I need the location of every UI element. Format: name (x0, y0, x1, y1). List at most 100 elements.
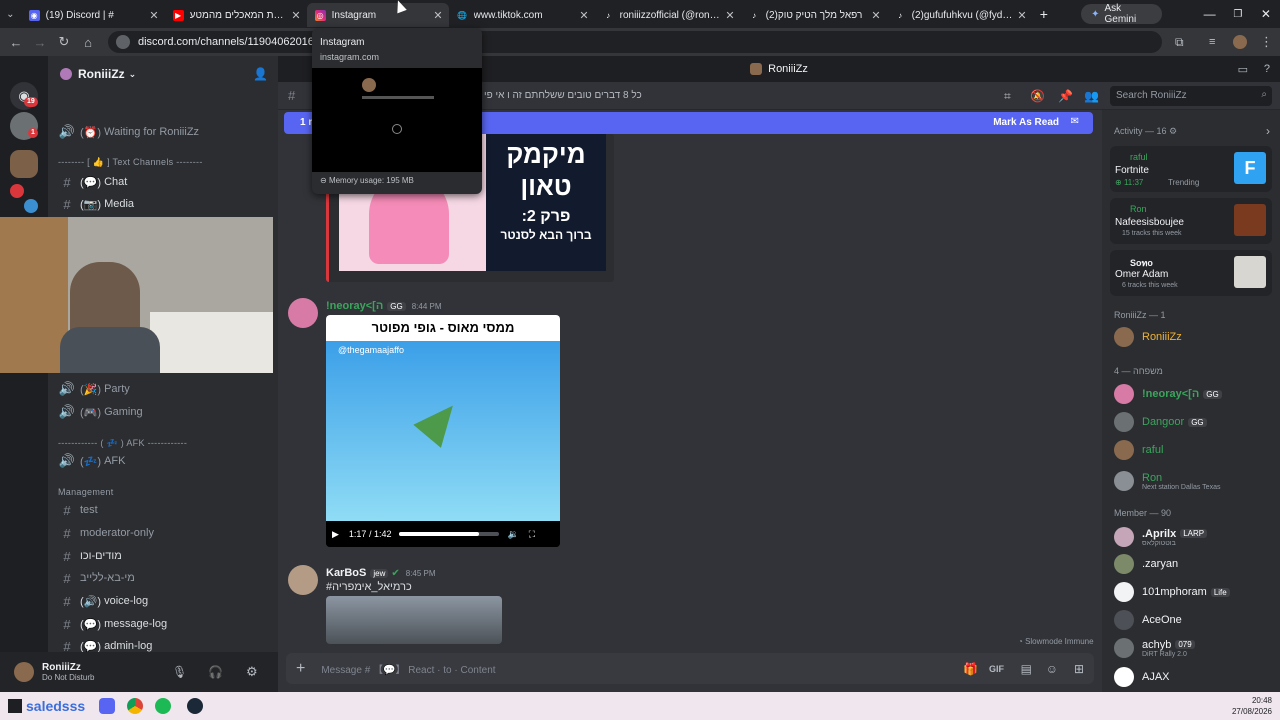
invite-icon[interactable]: 👤 (253, 67, 268, 81)
pin-icon[interactable]: 📌 (1058, 89, 1073, 103)
mark-as-read-button[interactable]: Mark As Read (993, 117, 1059, 128)
member-item[interactable]: Dangoor GG (1114, 410, 1207, 434)
back-icon[interactable]: ← (4, 35, 28, 50)
server-icon-small[interactable] (10, 184, 24, 198)
message-composer[interactable]: + Message # 【💬】 React · to · Content 🎁 G… (286, 653, 1094, 684)
server-header[interactable]: RoniiiZz ⌄ 👤 (48, 56, 278, 92)
close-icon[interactable]: ✕ (579, 9, 588, 22)
channel-party[interactable]: 🔊 (🎉) Party (58, 379, 130, 399)
reload-icon[interactable]: ↻ (52, 34, 76, 50)
category-text-channels[interactable]: -------- [ 👍 ] Text Channels -------- (58, 157, 203, 168)
chevron-right-icon[interactable]: › (1266, 124, 1270, 138)
tab-tiktok-2[interactable]: ♪ (2)רפאל מלך הטיק טוק ✕ (741, 3, 887, 27)
server-icon-roniiizz[interactable] (10, 150, 38, 178)
close-icon[interactable]: ✕ (725, 9, 734, 22)
volume-icon[interactable]: 🔉 (507, 529, 518, 540)
tab-tiktok-1[interactable]: ♪ roniiizzofficial (@roniiizzoffi ✕ (595, 3, 741, 27)
member-item[interactable]: AJAX (1114, 665, 1170, 689)
activity-card[interactable]: Ron Nafeesisboujee 15 tracks this week (1110, 198, 1272, 244)
author-avatar[interactable] (288, 298, 318, 328)
member-item[interactable]: .Aprilx LARP בוטטוקלאס (1114, 523, 1208, 551)
taskbar-app-icon[interactable] (99, 698, 116, 714)
channel-live[interactable]: # מי-בא-ללייב (58, 568, 134, 588)
site-info-icon[interactable] (116, 35, 130, 49)
settings-gear-icon[interactable]: ⚙ (246, 664, 258, 680)
headphones-icon[interactable]: 🎧 (208, 665, 223, 679)
activity-card[interactable]: raful Fortnite ⊕ 11:37 Trending F (1110, 146, 1272, 192)
minimize-button[interactable]: — (1196, 7, 1224, 21)
members-icon[interactable]: 👥 (1084, 89, 1099, 103)
close-icon[interactable]: ✕ (871, 9, 880, 22)
member-item[interactable]: .zaryan (1114, 552, 1178, 576)
tab-search-icon[interactable]: ⌄ (0, 9, 21, 20)
channel-chat[interactable]: # (💬) Chat (58, 172, 127, 192)
steam-icon[interactable] (187, 698, 204, 714)
author-avatar[interactable] (288, 565, 318, 595)
channel-mods[interactable]: # מודים-וכו (58, 546, 121, 566)
activity-card[interactable]: Soทo Omer Adam 6 tracks this week (1110, 250, 1272, 296)
close-icon[interactable]: ✕ (291, 9, 300, 22)
play-icon[interactable]: ▶ (332, 529, 339, 540)
home-icon[interactable]: ⌂ (76, 35, 100, 50)
apps-icon[interactable]: ⊞ (1074, 662, 1084, 676)
tab-instagram[interactable]: ◎ Instagram ✕ (306, 3, 449, 27)
channel-test[interactable]: # test (58, 500, 97, 520)
channel-admin-log[interactable]: # (💬) admin-log (58, 636, 152, 653)
member-item[interactable]: RoniiiZz (1114, 325, 1182, 349)
media-icon[interactable]: ≡ (1209, 36, 1215, 48)
sticker-icon[interactable]: ▤ (1021, 662, 1032, 676)
user-avatar[interactable] (14, 662, 34, 682)
channel-message-log[interactable]: # (💬) message-log (58, 614, 167, 634)
close-window-button[interactable]: ✕ (1252, 7, 1280, 21)
server-icon-small[interactable] (24, 199, 38, 213)
member-item[interactable]: Ron Next station Dallas Texas (1114, 466, 1220, 496)
mute-icon[interactable]: 🔕 (1030, 89, 1045, 103)
video-progress-bar[interactable] (399, 532, 500, 536)
chrome-icon[interactable] (127, 698, 144, 714)
tab-youtube[interactable]: ▶ אוכל את המאכלים מהמטע ✕ (165, 3, 307, 27)
forward-icon[interactable]: → (28, 35, 52, 50)
extensions-icon[interactable]: ⧉ (1175, 35, 1184, 50)
spotify-icon[interactable] (155, 698, 172, 714)
new-tab-button[interactable]: + (1033, 6, 1056, 22)
author-name[interactable]: KarBoS (326, 567, 366, 579)
ask-gemini-button[interactable]: ✦ Ask Gemini (1081, 3, 1162, 25)
url-bar[interactable]: discord.com/channels/119040620163735​14 (108, 31, 1162, 53)
maximize-button[interactable]: ❐ (1224, 9, 1252, 20)
close-icon[interactable]: ✕ (149, 9, 158, 22)
add-attachment-icon[interactable]: + (296, 660, 305, 678)
member-item[interactable]: 101mphoram Life (1114, 580, 1230, 604)
tab-discord[interactable]: ◉ (19) Discord | # ✕ (21, 3, 165, 27)
inbox-icon[interactable]: ▭ (1238, 63, 1248, 76)
message-input[interactable]: Message # 【💬】 React · to · Content (321, 661, 495, 676)
help-icon[interactable]: ? (1264, 63, 1270, 75)
microphone-icon[interactable]: 🎙 (172, 665, 187, 679)
channel-afk[interactable]: 🔊 (💤) AFK (58, 451, 126, 471)
gift-icon[interactable]: 🎁 (963, 662, 978, 676)
gif-icon[interactable]: GIF (989, 664, 1004, 674)
channel-gaming[interactable]: 🔊 (🎮) Gaming (58, 402, 143, 422)
profile-avatar[interactable] (1233, 35, 1247, 49)
channel-moderator-only[interactable]: # moderator-only (58, 523, 154, 543)
channel-waiting[interactable]: 🔊 (⏰) Waiting for RoniiiZz (58, 122, 199, 142)
member-item[interactable]: !neoray<[ה GG (1114, 382, 1222, 406)
tab-tiktok-web[interactable]: 🌐 www.tiktok.com ✕ (449, 3, 595, 27)
close-icon[interactable]: ✕ (1017, 9, 1026, 22)
category-management[interactable]: Management (58, 487, 114, 497)
member-item[interactable]: raful (1114, 438, 1163, 462)
channel-voice-log[interactable]: # (🔊) voice-log (58, 591, 148, 611)
channel-media[interactable]: # (📷) Media (58, 194, 134, 214)
threads-icon[interactable]: ⌗ (1004, 89, 1011, 104)
member-item[interactable]: achyb 079 DiRT Rally 2.0 (1114, 634, 1195, 662)
author-name[interactable]: !neoray<[ה (326, 300, 383, 312)
settings-gear-icon[interactable]: ⚙ (1169, 126, 1177, 136)
emoji-icon[interactable]: ☺ (1046, 662, 1058, 676)
close-icon[interactable]: ✕ (433, 9, 442, 22)
start-icon[interactable] (8, 699, 22, 713)
taskbar-search[interactable]: saledsss (26, 698, 85, 714)
category-afk[interactable]: ------------ ( 💤 ) AFK ------------ (58, 438, 187, 449)
video-player[interactable]: ממסי מאוס - גופי מפוטר @thegamaajaffo ▶ … (326, 315, 560, 547)
member-item[interactable]: AceOne (1114, 608, 1182, 632)
menu-icon[interactable]: ⋮ (1260, 34, 1273, 50)
search-input[interactable]: Search RoniiiZz ⌕ (1110, 86, 1272, 106)
